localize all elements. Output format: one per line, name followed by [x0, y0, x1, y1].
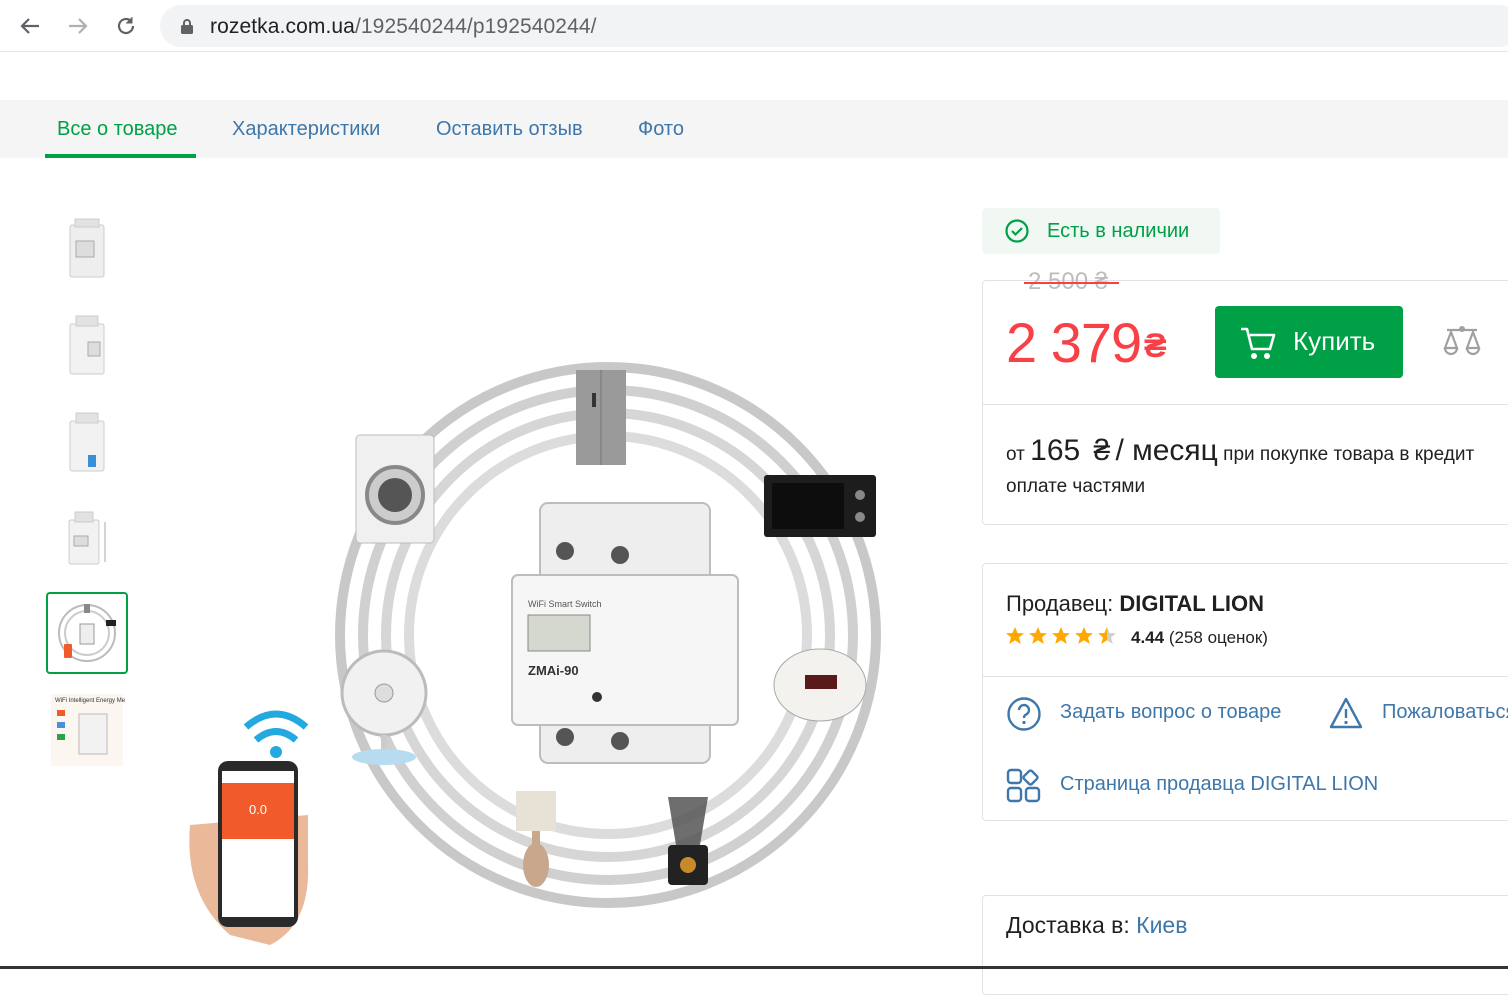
tab-characteristics[interactable]: Характеристики [232, 100, 380, 158]
forward-icon[interactable] [62, 10, 94, 42]
warning-triangle-icon [1328, 696, 1364, 735]
seller-card-divider [983, 676, 1508, 677]
buy-button-label: Купить [1293, 326, 1376, 356]
thumbnail-3[interactable] [46, 402, 128, 484]
question-circle-icon [1006, 696, 1042, 737]
credit-offer: от 165 ₴ / месяц при покупке товара в кр… [1006, 434, 1475, 467]
svg-text:ZMAi-90: ZMAi-90 [528, 663, 579, 678]
tab-all-about-product[interactable]: Все о товаре [57, 100, 178, 158]
lock-icon [180, 18, 194, 40]
delivery-card [982, 895, 1508, 995]
tab-leave-review[interactable]: Оставить отзыв [436, 100, 583, 158]
delivery-city-link[interactable]: Киев [1136, 912, 1187, 938]
complain-link[interactable]: Пожаловаться [1382, 701, 1508, 724]
thumbnail-6[interactable]: WiFi Intelligent Energy Meter [46, 689, 128, 771]
compare-scales-icon[interactable] [1441, 324, 1483, 365]
phone-screen-value: 0.0 [249, 802, 267, 817]
price-currency: ₴ [1144, 327, 1167, 365]
back-icon[interactable] [14, 10, 46, 42]
seller-rating-stars [1005, 626, 1121, 646]
reload-icon[interactable] [110, 10, 142, 42]
svg-text:WiFi Intelligent Energy Meter: WiFi Intelligent Energy Meter [55, 698, 125, 704]
seller-shop-icon [1006, 768, 1042, 809]
buy-button[interactable]: Купить [1215, 306, 1403, 378]
current-price: 2 379 [1006, 311, 1142, 374]
seller-rating: 4.44 (258 оценок) [1131, 628, 1268, 647]
stock-status-badge: Есть в наличии [982, 208, 1220, 254]
address-bar[interactable]: rozetka.com.ua/192540244/p192540244/ [160, 5, 1508, 47]
thumbnail-2[interactable] [46, 305, 128, 387]
seller-info: Продавец: DIGITAL LION [1006, 591, 1265, 616]
ask-question-link[interactable]: Задать вопрос о товаре [1060, 701, 1281, 724]
credit-offer-line2: оплате частями [1006, 476, 1146, 497]
thumbnail-1[interactable] [46, 208, 128, 290]
old-price-strikethrough [1024, 282, 1119, 284]
seller-name[interactable]: DIGITAL LION [1119, 591, 1264, 616]
browser-toolbar: rozetka.com.ua/192540244/p192540244/ [0, 0, 1508, 52]
delivery-info: Доставка в: Киев [1006, 912, 1188, 938]
svg-text:WiFi Smart Switch: WiFi Smart Switch [528, 599, 602, 609]
url-text: rozetka.com.ua/192540244/p192540244/ [210, 15, 597, 38]
thumbnail-4[interactable] [46, 499, 128, 581]
main-product-image[interactable]: WiFi Smart Switch ZMAi-90 0.0 [160, 205, 920, 965]
price-card-divider [983, 404, 1508, 405]
active-tab-indicator [45, 154, 196, 158]
seller-page-link[interactable]: Страница продавца DIGITAL LION [1060, 773, 1378, 796]
tab-photo[interactable]: Фото [638, 100, 684, 158]
thumbnail-5[interactable] [46, 592, 128, 674]
cart-icon [1239, 325, 1277, 368]
stock-status-text: Есть в наличии [1047, 220, 1190, 242]
check-circle-icon [1005, 219, 1029, 248]
product-tabs: Все о товаре Характеристики Оставить отз… [0, 100, 1508, 158]
